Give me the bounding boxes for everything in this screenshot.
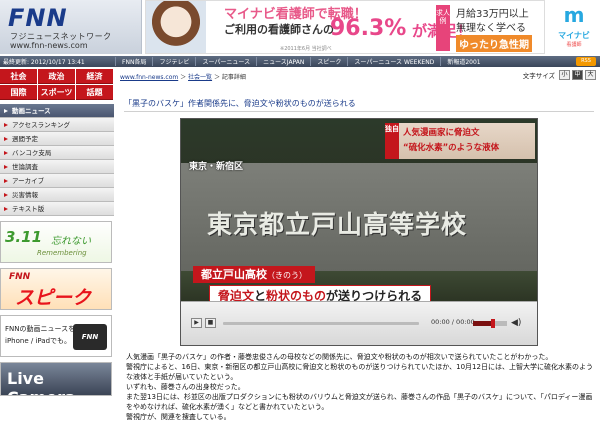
category-society[interactable]: 社会 xyxy=(0,69,37,84)
banner-311-date: 3.11 xyxy=(5,228,43,246)
sidebar-item-disaster[interactable]: 災害情報 xyxy=(0,188,114,202)
site-header: FNN フジニュースネットワーク www.fnn-news.com マイナビ看護… xyxy=(0,0,600,54)
ad-right-line2: 無理なく学べる xyxy=(456,23,526,34)
banner-311[interactable]: 3.11 忘れない Remembering xyxy=(0,221,112,263)
video-time: 00:00 / 00:00 xyxy=(431,318,475,326)
article-body: 人気漫画「黒子のバスケ」の作者・藤巻忠俊さんの母校などの関係先に、脅迫文や粉状の… xyxy=(126,352,596,422)
fnn-logo[interactable]: FNN フジニュースネットワーク www.fnn-news.com xyxy=(0,0,142,54)
video-school-sign: 東京都立戸山高等学校 xyxy=(207,210,468,239)
gnav-link[interactable]: ニュースJAPAN xyxy=(256,57,310,66)
ad-right-line3: ゆったり急性期 xyxy=(456,35,532,52)
main-content: www.fnn-news.com ＞ 社会一覧 ＞ 記事詳細 文字サイズ 小 中… xyxy=(118,69,600,445)
sidebar-item-bangkok[interactable]: バンコク支局 xyxy=(0,146,114,160)
global-nav: 最終更新: 2012/10/17 13:41 FNN各局 フジテレビ スーパーニ… xyxy=(0,56,600,67)
category-economy[interactable]: 経済 xyxy=(76,69,113,84)
banner-live-camera[interactable]: Live Camera xyxy=(0,362,112,396)
play-button[interactable]: ▶ xyxy=(191,318,202,328)
volume-slider[interactable] xyxy=(473,319,507,328)
speaker-icon[interactable]: ◀) xyxy=(511,318,521,328)
video-location-caption: 東京・新宿区 xyxy=(189,162,244,172)
banner-iphone-line1: FNNの動画ニュースを xyxy=(5,325,76,333)
text-size-small-button[interactable]: 小 xyxy=(559,70,570,80)
sidebar-item-weekly[interactable]: 週間予定 xyxy=(0,132,114,146)
sidebar-item-text[interactable]: テキスト版 xyxy=(0,202,114,216)
banner-speak[interactable]: FNN スピーク xyxy=(0,268,112,310)
article-title: 「黒子のバスケ」作者関係先に、脅迫文や粉状のものが送られる xyxy=(124,99,356,108)
logo-text: FNN xyxy=(8,4,68,32)
stop-button[interactable]: ■ xyxy=(205,318,216,328)
gnav-link[interactable]: フジテレビ xyxy=(152,57,195,66)
stop-icon: ■ xyxy=(207,319,214,326)
rss-button[interactable]: RSS xyxy=(576,57,596,66)
video-name-text: 都立戸山高校 xyxy=(201,268,267,281)
last-updated: 最終更新: 2012/10/17 13:41 xyxy=(3,59,85,66)
sidebar-menu: 動画ニュース アクセスランキング 週間予定 バンコク支局 世論調査 アーカイブ … xyxy=(0,104,114,216)
mynavi-label: マイナビ xyxy=(558,31,590,40)
banner-speak-title: スピーク xyxy=(15,287,92,309)
article-paragraph: 人気漫画「黒子のバスケ」の作者・藤巻忠俊さんの母校などの関係先に、脅迫文や粉状の… xyxy=(126,353,553,361)
mynavi-sub: 看護師 xyxy=(566,42,582,48)
video-top-caption-line1: 人気漫画家に脅迫文 xyxy=(403,128,480,138)
category-topics[interactable]: 話題 xyxy=(76,85,113,100)
article-paragraph: いずれも、藤巻さんの出身校だった。 xyxy=(126,383,245,391)
gnav-link[interactable]: スーパーニュース xyxy=(195,57,256,66)
banner-speak-logo: FNN xyxy=(9,272,31,282)
breadcrumb: www.fnn-news.com ＞ 社会一覧 ＞ 記事詳細 xyxy=(120,72,246,81)
banner-iphone[interactable]: FNNの動画ニュースを iPhone / iPadでも。 FNN xyxy=(0,315,112,357)
video-name-ruby: （きのう） xyxy=(267,271,307,280)
mynavi-ad[interactable]: m マイナビ 看護師 xyxy=(548,0,600,54)
video-name-caption: 都立戸山高校（きのう） xyxy=(193,266,315,283)
gnav-link[interactable]: FNN各局 xyxy=(115,57,152,66)
ad-badge: 求人例 xyxy=(436,5,450,51)
gnav-link[interactable]: 新報道2001 xyxy=(440,57,486,66)
breadcrumb-sep: ＞ xyxy=(212,74,222,81)
gnav-link[interactable]: スピーク xyxy=(310,57,347,66)
banner-iphone-line2: iPhone / iPadでも。 xyxy=(5,337,72,345)
banner-live-title: Live Camera xyxy=(7,369,76,395)
volume-fill xyxy=(473,321,494,326)
ad-percent: 96.3% xyxy=(330,16,407,41)
text-size-large-button[interactable]: 大 xyxy=(585,70,596,80)
video-top-caption: 独自 人気漫画家に脅迫文 “硫化水素”のような液体 xyxy=(385,123,535,159)
article-paragraph: 警視庁が、関連を捜査している。 xyxy=(126,413,231,421)
banner-311-text: 忘れない xyxy=(51,236,91,247)
breadcrumb-home[interactable]: www.fnn-news.com xyxy=(120,74,178,81)
article-paragraph: また翌13日には、杉並区の出版プロダクションにも粉状のバリウムと脅迫文が送られ、… xyxy=(126,393,593,411)
ad-subline: ご利用の看護師さんの xyxy=(224,23,334,36)
breadcrumb-sep: ＞ xyxy=(178,74,189,81)
sidebar-item-video-news[interactable]: 動画ニュース xyxy=(0,104,114,118)
ad-note: ※2011年6月 当社調べ xyxy=(280,46,332,52)
gnav-link[interactable]: スーパーニュース WEEKEND xyxy=(347,57,440,66)
ad-photo xyxy=(146,1,206,53)
sidebar-item-poll[interactable]: 世論調査 xyxy=(0,160,114,174)
seek-bar[interactable] xyxy=(223,322,419,325)
category-sports[interactable]: スポーツ xyxy=(38,85,75,100)
category-politics[interactable]: 政治 xyxy=(38,69,75,84)
ad-banner[interactable]: マイナビ看護師で転職！ ご利用の看護師さんの 96.3% が満足！ ※2011年… xyxy=(145,0,545,54)
play-icon: ▶ xyxy=(194,319,199,326)
sidebar-item-ranking[interactable]: アクセスランキング xyxy=(0,118,114,132)
breadcrumb-current: 記事詳細 xyxy=(221,74,246,81)
category-grid: 社会 政治 経済 国際 スポーツ 話題 xyxy=(0,69,114,100)
left-sidebar: 社会 政治 経済 国際 スポーツ 話題 動画ニュース アクセスランキング 週間予… xyxy=(0,69,114,445)
video-controls: ▶ ■ 00:00 / 00:00 ◀) xyxy=(181,301,537,345)
mynavi-logo-icon: m xyxy=(563,3,585,27)
banner-311-sub: Remembering xyxy=(37,249,87,257)
title-divider xyxy=(124,111,594,112)
text-size-control: 文字サイズ 小 中 大 xyxy=(523,70,596,80)
volume-knob[interactable] xyxy=(491,319,496,328)
text-size-medium-button[interactable]: 中 xyxy=(572,70,583,80)
logo-url: www.fnn-news.com xyxy=(10,41,88,50)
video-exclusive-tag: 独自 xyxy=(385,123,399,159)
sidebar-item-archive[interactable]: アーカイブ xyxy=(0,174,114,188)
video-top-caption-line2: “硫化水素”のような液体 xyxy=(403,143,500,153)
fnn-app-icon: FNN xyxy=(73,324,107,350)
text-size-label: 文字サイズ xyxy=(522,72,555,80)
breadcrumb-section[interactable]: 社会一覧 xyxy=(188,74,212,81)
article-paragraph: 警視庁によると、16日、東京・新宿区の都立戸山高校に脅迫文と粉状のものが送りつけ… xyxy=(126,363,593,381)
gnav-links: FNN各局 フジテレビ スーパーニュース ニュースJAPAN スピーク スーパー… xyxy=(115,57,487,66)
ad-right-line1: 月給33万円以上 xyxy=(456,9,529,20)
video-player[interactable]: 東京・新宿区 東京都立戸山高等学校 独自 人気漫画家に脅迫文 “硫化水素”のよう… xyxy=(180,118,538,346)
category-international[interactable]: 国際 xyxy=(0,85,37,100)
